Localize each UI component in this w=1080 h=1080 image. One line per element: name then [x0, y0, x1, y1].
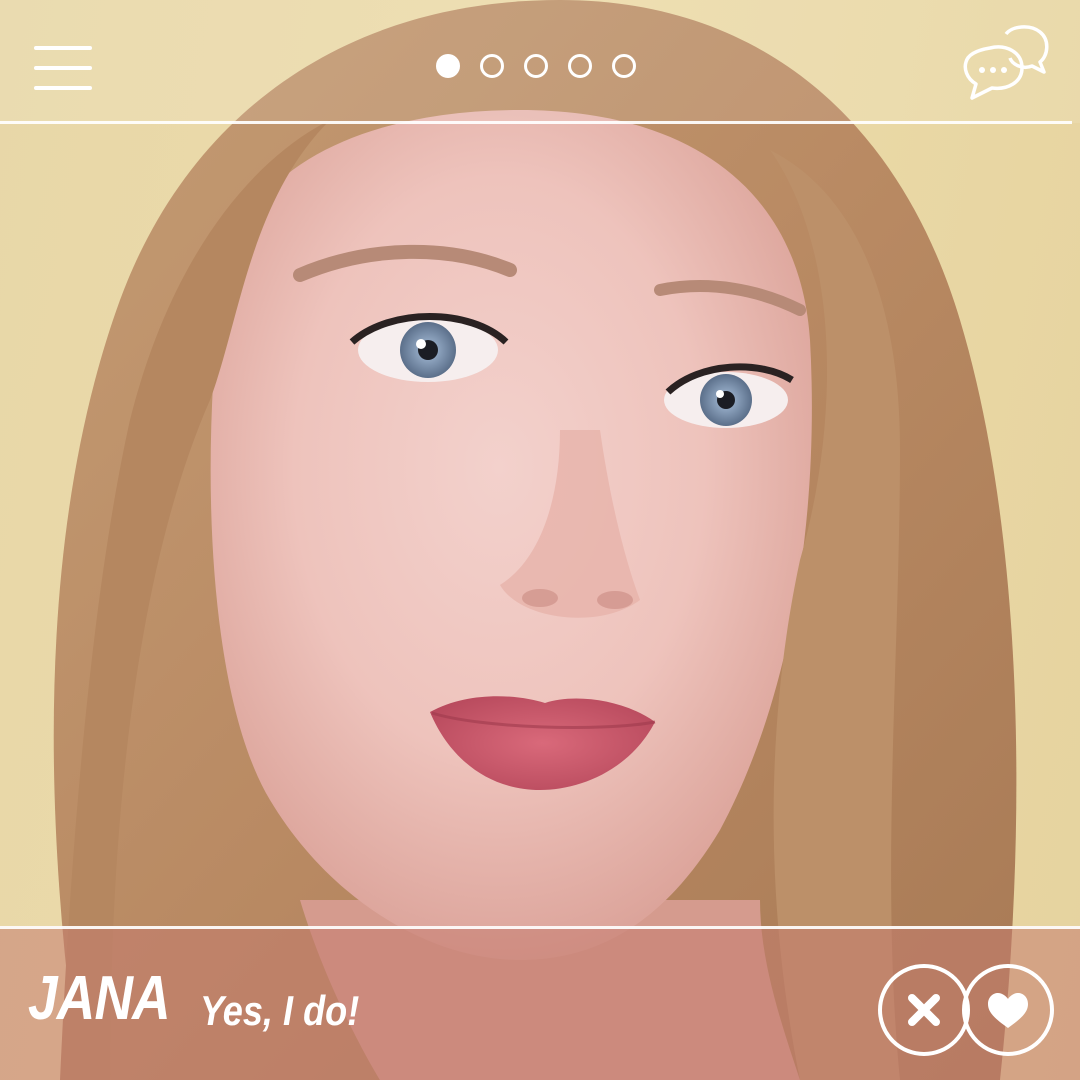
- menu-button[interactable]: [34, 44, 94, 92]
- profile-photo[interactable]: [0, 0, 1080, 1080]
- profile-name: JANA: [28, 964, 171, 1033]
- like-button[interactable]: [962, 964, 1054, 1056]
- top-divider: [0, 121, 1072, 124]
- bottom-divider: [0, 926, 1080, 929]
- heart-icon: [988, 993, 1028, 1028]
- close-icon: [908, 994, 940, 1026]
- photo-pager: [436, 54, 636, 80]
- pager-dot[interactable]: [524, 54, 548, 78]
- pager-dot[interactable]: [568, 54, 592, 78]
- chat-button[interactable]: [960, 24, 1050, 102]
- profile-status: Yes, I do!: [200, 987, 360, 1034]
- chat-bubbles-icon: [963, 25, 1049, 100]
- pager-dot[interactable]: [612, 54, 636, 78]
- pager-dot[interactable]: [436, 54, 460, 78]
- pager-dot[interactable]: [480, 54, 504, 78]
- profile-photo-illustration: [53, 0, 1017, 1080]
- dislike-button[interactable]: [878, 964, 970, 1056]
- profile-card-screen: JANA Yes, I do!: [0, 0, 1080, 1080]
